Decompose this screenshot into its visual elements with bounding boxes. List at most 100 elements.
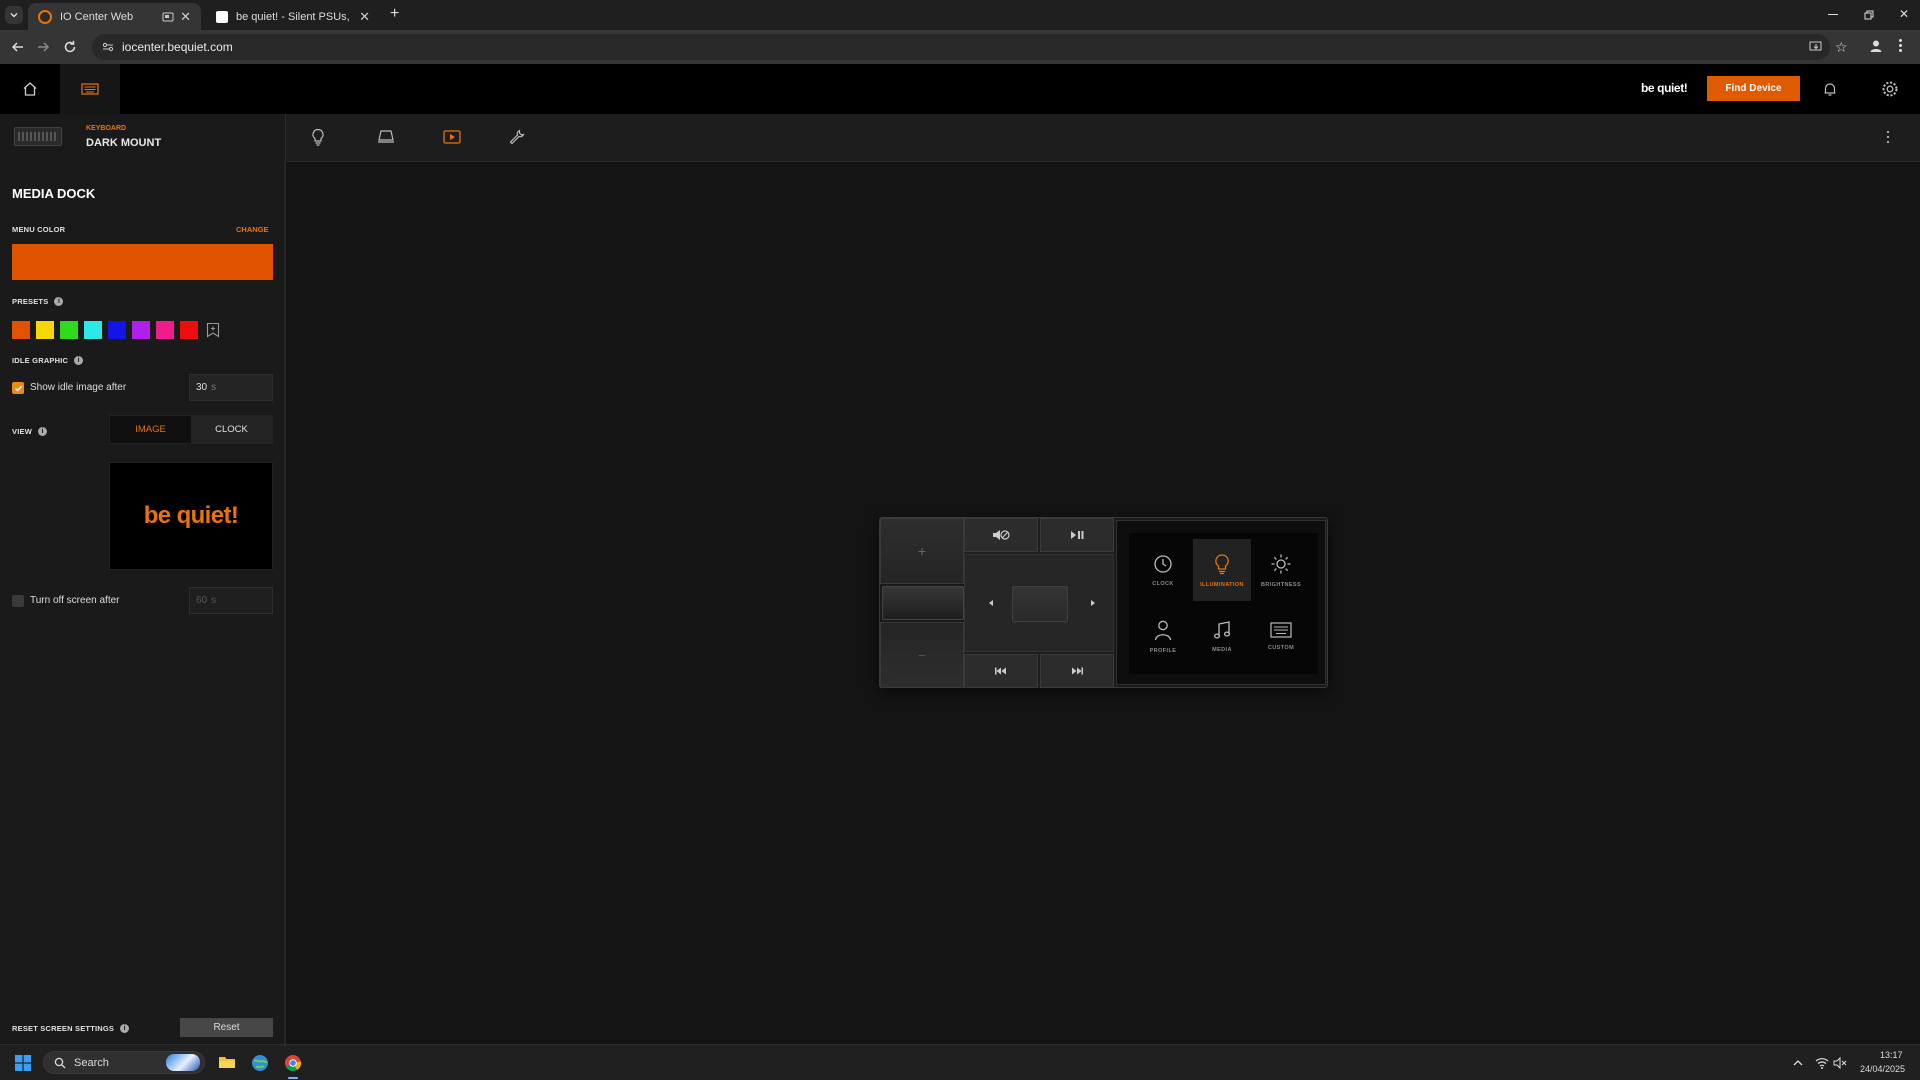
reload-icon[interactable]: [62, 39, 78, 55]
next-track-button[interactable]: [1040, 654, 1114, 688]
nav-left-icon[interactable]: [987, 599, 995, 607]
tab-performance[interactable]: [377, 129, 395, 145]
panel-title: MEDIA DOCK: [12, 186, 96, 201]
reset-screen-label: RESET SCREEN SETTINGS: [12, 1024, 115, 1033]
restore-window-icon[interactable]: [1864, 10, 1874, 20]
media-dock-device: + − CLOCK ILLUMINATION BRIGHTNESS PROFIL…: [879, 517, 1328, 688]
show-idle-checkbox[interactable]: [12, 382, 24, 394]
idle-time-input[interactable]: 30 s: [189, 374, 273, 401]
info-icon[interactable]: i: [54, 297, 64, 306]
dock-screen-item-brightness[interactable]: BRIGHTNESS: [1252, 539, 1310, 601]
clock-time[interactable]: 13:17: [1880, 1050, 1903, 1060]
preset-swatch[interactable]: [12, 321, 30, 339]
view-image-tab[interactable]: IMAGE: [110, 416, 191, 443]
dock-screen-item-label: ILLUMINATION: [1200, 581, 1244, 588]
menu-color-bar[interactable]: [12, 244, 273, 280]
bookmark-star-icon[interactable]: ☆: [1835, 39, 1848, 56]
nav-center-button[interactable]: [1012, 586, 1068, 622]
wifi-icon[interactable]: [1815, 1057, 1829, 1069]
reset-button[interactable]: Reset: [180, 1018, 273, 1037]
taskbar-search-box[interactable]: Search: [43, 1051, 205, 1074]
clock-date[interactable]: 24/04/2025: [1860, 1064, 1905, 1074]
bulb-icon: [1212, 553, 1232, 575]
reset-row: RESET SCREEN SETTINGS i: [12, 1024, 130, 1033]
change-color-link[interactable]: CHANGE: [236, 225, 269, 234]
info-icon[interactable]: i: [74, 356, 84, 365]
back-arrow-icon[interactable]: [10, 39, 26, 55]
tab-tools[interactable]: [508, 128, 526, 146]
close-window-icon[interactable]: ✕: [1899, 7, 1909, 21]
mute-button[interactable]: [964, 518, 1038, 552]
globe-app-icon[interactable]: [251, 1054, 269, 1072]
preset-swatch[interactable]: [108, 321, 126, 339]
view-label: VIEW: [12, 427, 32, 436]
idle-image-preview[interactable]: be quiet!: [109, 462, 273, 570]
wrench-icon: [508, 128, 526, 146]
info-icon[interactable]: i: [37, 427, 47, 436]
search-highlight-icon: [166, 1054, 200, 1071]
io-center-favicon-icon: [38, 9, 52, 24]
profile-avatar-icon[interactable]: [1868, 38, 1884, 54]
tab-media-dock[interactable]: [443, 129, 461, 145]
settings-gear-icon[interactable]: [1881, 80, 1899, 98]
close-tab-icon[interactable]: ✕: [359, 9, 370, 25]
dock-screen-item-profile[interactable]: PROFILE: [1134, 605, 1192, 667]
media-dock-settings-panel: MEDIA DOCK MENU COLOR CHANGE PRESETS i I…: [0, 162, 286, 1044]
preset-swatch[interactable]: [60, 321, 78, 339]
tab-io-center[interactable]: IO Center Web ✕: [28, 3, 201, 30]
preset-swatch[interactable]: [132, 321, 150, 339]
tab-be-quiet[interactable]: be quiet! - Silent PSUs, cases an ✕: [206, 3, 380, 30]
chevron-up-icon[interactable]: [1793, 1059, 1803, 1067]
dock-screen-item-media[interactable]: MEDIA: [1193, 605, 1251, 667]
windows-taskbar: Search 13:17 24/04/2025: [0, 1044, 1920, 1080]
preset-swatch[interactable]: [156, 321, 174, 339]
previous-track-icon: [994, 667, 1008, 675]
dock-screen-item-clock[interactable]: CLOCK: [1134, 539, 1192, 601]
dock-screen-item-custom[interactable]: CUSTOM: [1252, 605, 1310, 667]
minimize-window-icon[interactable]: [1828, 14, 1838, 15]
speaker-muted-icon[interactable]: [1833, 1057, 1847, 1069]
keyboard-icon: [1270, 621, 1292, 638]
more-options-icon[interactable]: [1887, 131, 1890, 143]
tab-search-dropdown-icon[interactable]: [5, 6, 23, 24]
keyboard-stand-icon: [377, 129, 395, 145]
find-device-button[interactable]: Find Device: [1707, 76, 1800, 101]
view-clock-tab[interactable]: CLOCK: [191, 416, 272, 443]
previous-track-button[interactable]: [964, 654, 1038, 688]
chrome-icon[interactable]: [284, 1054, 302, 1072]
minus-sign: −: [917, 647, 927, 663]
turn-off-checkbox[interactable]: [12, 595, 24, 607]
play-pause-button[interactable]: [1040, 518, 1114, 552]
notifications-bell-icon[interactable]: [1822, 81, 1838, 97]
preset-swatch[interactable]: [180, 321, 198, 339]
forward-arrow-icon[interactable]: [35, 39, 51, 55]
close-tab-icon[interactable]: ✕: [180, 9, 191, 25]
dock-screen-item-label: CUSTOM: [1267, 644, 1295, 651]
nav-right-icon[interactable]: [1089, 599, 1097, 607]
site-settings-icon[interactable]: [102, 41, 114, 53]
dock-screen-item-illumination[interactable]: ILLUMINATION: [1193, 539, 1251, 601]
device-bar: KEYBOARD DARK MOUNT: [0, 114, 1920, 162]
home-button[interactable]: [0, 64, 60, 114]
info-icon[interactable]: i: [120, 1024, 130, 1033]
view-row: VIEW i: [12, 427, 47, 436]
app-header: be quiet! Find Device: [0, 64, 1920, 114]
media-play-icon: [443, 129, 461, 145]
volume-up-button[interactable]: +: [880, 518, 964, 584]
browser-menu-icon[interactable]: [1899, 39, 1902, 52]
file-explorer-icon[interactable]: [218, 1054, 236, 1070]
keyboard-device-button[interactable]: [60, 64, 120, 114]
install-app-icon[interactable]: [1809, 40, 1823, 54]
volume-down-button[interactable]: −: [880, 622, 964, 688]
preset-swatch[interactable]: [36, 321, 54, 339]
save-preset-icon[interactable]: [206, 322, 220, 338]
next-track-icon: [1070, 667, 1084, 675]
turn-off-time-input[interactable]: 60 s: [189, 587, 273, 614]
url-bar[interactable]: iocenter.bequiet.com ☆: [92, 34, 1848, 60]
windows-start-icon[interactable]: [15, 1055, 31, 1071]
home-icon: [22, 81, 38, 97]
tab-lighting[interactable]: [310, 128, 326, 146]
preset-swatch[interactable]: [84, 321, 102, 339]
new-tab-button[interactable]: +: [390, 5, 399, 23]
volume-slider[interactable]: [882, 586, 964, 620]
